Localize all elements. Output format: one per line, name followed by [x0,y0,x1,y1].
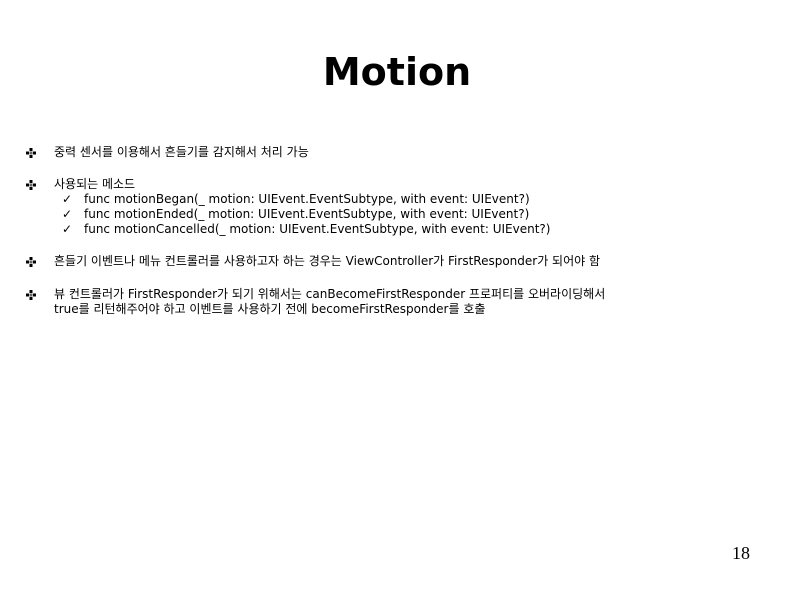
page-number: 18 [732,543,750,563]
diamond-bullet-icon [26,180,36,190]
bullet-text-line-1: 뷰 컨트롤러가 FirstResponder가 되기 위해서는 canBecom… [54,287,606,301]
sub-item-text: func motionBegan(_ motion: UIEvent.Event… [84,192,530,206]
checkmark-icon: ✓ [62,222,73,236]
checkmark-icon: ✓ [62,192,73,206]
sub-item-text: func motionEnded(_ motion: UIEvent.Event… [84,207,530,221]
diamond-bullet-icon [26,290,36,300]
checkmark-icon: ✓ [62,207,73,221]
diamond-bullet-icon [26,257,36,267]
bullet-text-line-2: true를 리턴해주어야 하고 이벤트를 사용하기 전에 becomeFirst… [54,302,486,316]
bullet-text: 중력 센서를 이용해서 흔들기를 감지해서 처리 가능 [54,145,309,159]
slide-title: Motion [322,50,472,94]
sub-item-text: func motionCancelled(_ motion: UIEvent.E… [84,222,551,236]
diamond-bullet-icon [26,148,36,158]
bullet-text: 흔들기 이벤트나 메뉴 컨트롤러를 사용하고자 하는 경우는 ViewContr… [54,254,601,268]
bullet-text: 사용되는 메소드 [54,177,136,191]
